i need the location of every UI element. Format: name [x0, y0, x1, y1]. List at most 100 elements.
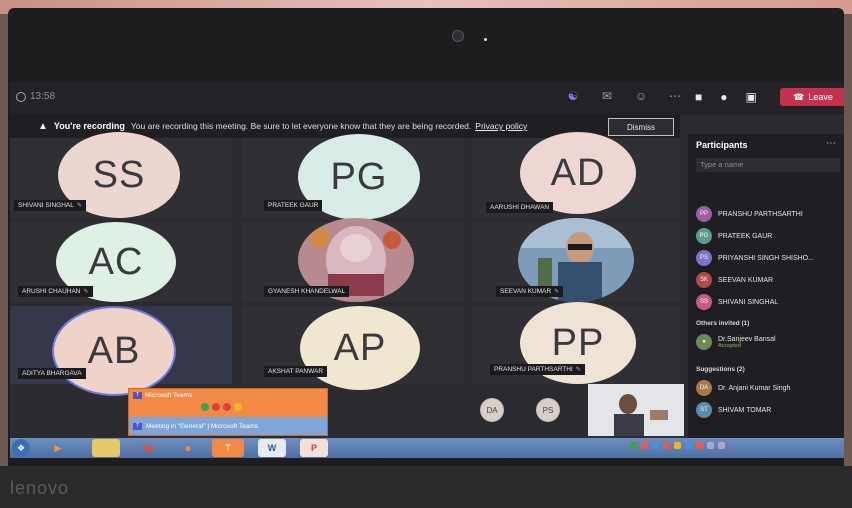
participant-name: AARUSHI DHAWAN [490, 204, 550, 211]
reactions-icon[interactable]: ☺ [633, 89, 649, 103]
popup-window-label[interactable]: T Meeting in "General" | Microsoft Teams [129, 417, 327, 435]
teams-taskbar-icon[interactable]: T [212, 439, 244, 457]
recording-message: You are recording this meeting. Be sure … [130, 121, 472, 131]
tray-app-icon [630, 442, 637, 449]
suggestion-row[interactable]: DA Dr. Anjani Kumar Singh [696, 380, 790, 396]
mic-toggle-icon[interactable] [212, 403, 220, 411]
share-screen-icon[interactable]: ▣ [746, 90, 757, 104]
meeting-actions: ☯ ✉ ☺ ⋯ [565, 89, 683, 103]
participant-name: PRATEEK GAUR [268, 202, 319, 209]
video-tile[interactable]: PG PRATEEK GAUR [242, 134, 464, 220]
leave-button[interactable]: ☎ Leave [780, 88, 844, 106]
video-tile[interactable]: AC ARUSHI CHAUHAN ✎ [10, 222, 232, 302]
participant-name: GYANESH KHANDELWAL [268, 288, 346, 295]
recording-title: You're recording [53, 121, 125, 131]
raise-hand-icon[interactable] [234, 403, 242, 411]
participant-row[interactable]: PP PRANSHU PARTHSARTHI [696, 206, 803, 222]
media-player-icon[interactable]: ▶ [44, 439, 72, 457]
avatar: AB [52, 306, 176, 396]
camera-toggle-icon[interactable] [201, 403, 209, 411]
participant-row[interactable]: SS SHIVANI SINGHAL [696, 294, 778, 310]
participant-name: SEEVAN KUMAR [500, 288, 552, 295]
participant-row[interactable]: PG PRATEEK GAUR [696, 228, 772, 244]
powerpoint-icon[interactable]: P [300, 439, 328, 457]
laptop-base [0, 466, 852, 508]
avatar: DA [696, 380, 712, 396]
mic-muted-icon: ✎ [76, 203, 82, 209]
network-icon [707, 442, 714, 449]
video-tile[interactable]: PP PRANSHU PARTHSARTHI ✎ [472, 302, 680, 384]
avatar: PG [696, 228, 712, 244]
participant-name-tag: ADITYA BHARGAVA [18, 368, 86, 379]
teams-window: 13:58 ☯ ✉ ☺ ⋯ ■ ● ▣ ☎ Leave ▲ You're rec… [10, 82, 844, 458]
self-video-preview[interactable] [588, 384, 684, 436]
media-controls: ■ ● ▣ [695, 90, 757, 104]
participant-name: AKSHAT PANWAR [268, 368, 324, 375]
participant-name-tag: AKSHAT PANWAR [264, 366, 328, 377]
video-tile[interactable]: AB ADITYA BHARGAVA [10, 306, 232, 396]
chrome-icon[interactable]: ◉ [134, 439, 162, 457]
participant-name: SHIVANI SINGHAL [18, 202, 74, 209]
camera-light-icon [484, 38, 487, 41]
others-invited-heading: Others invited (1) [696, 320, 750, 327]
video-tile[interactable]: GYANESH KHANDELWAL [242, 218, 464, 302]
suggestion-row[interactable]: ST SHIVAM TOMAR [696, 402, 771, 418]
popup-title-text: Microsoft Teams [145, 392, 193, 399]
firefox-icon[interactable]: ● [174, 439, 202, 457]
participant-name: PRATEEK GAUR [718, 232, 773, 240]
mic-muted-icon: ✎ [83, 289, 89, 295]
taskbar-preview-popup[interactable]: T Microsoft Teams T Meeting in "General"… [128, 388, 328, 436]
participants-panel: Participants ⋯ Type a name PP PRANSHU PA… [688, 134, 844, 458]
participants-title: Participants [696, 140, 748, 150]
participant-name: SHIVANI SINGHAL [718, 298, 779, 306]
privacy-policy-link[interactable]: Privacy policy [475, 121, 527, 131]
microphone-icon[interactable]: ● [720, 90, 727, 104]
camera-icon[interactable]: ■ [695, 90, 702, 104]
participant-name: PRANSHU PARTHSARTHI [718, 210, 803, 218]
participant-name: ADITYA BHARGAVA [22, 370, 82, 377]
participant-row[interactable]: PS PRIYANSHI SINGH SHISHO... [696, 250, 814, 266]
dismiss-button[interactable]: Dismiss [608, 118, 674, 136]
video-tile[interactable]: SS SHIVANI SINGHAL ✎ [10, 132, 232, 218]
video-tile[interactable]: AP AKSHAT PANWAR [242, 306, 464, 390]
invited-row[interactable]: ● Dr.Sanjeev Bansal Accepted [696, 334, 776, 350]
participant-name-tag: PRANSHU PARTHSARTHI ✎ [490, 364, 585, 375]
overflow-avatar[interactable]: PS [536, 398, 560, 422]
volume-icon [718, 442, 725, 449]
suggestions-heading: Suggestions (2) [696, 366, 745, 373]
overflow-avatar[interactable]: DA [480, 398, 504, 422]
participants-icon[interactable]: ☯ [565, 89, 581, 103]
participant-name: PRIYANSHI SINGH SHISHO... [718, 254, 814, 262]
participant-name-tag: SEEVAN KUMAR ✎ [496, 286, 564, 297]
mic-muted-icon: ✎ [575, 367, 581, 373]
invited-name: Dr.Sanjeev Bansal [718, 335, 776, 343]
popup-window-text: Meeting in "General" | Microsoft Teams [146, 422, 259, 430]
file-explorer-icon[interactable] [92, 439, 120, 457]
system-tray[interactable] [630, 442, 725, 449]
meeting-timer: 13:58 [16, 91, 55, 102]
participant-name-tag: SHIVANI SINGHAL ✎ [14, 200, 86, 211]
participant-search-input[interactable]: Type a name [696, 158, 840, 172]
participant-row[interactable]: SK SEEVAN KUMAR [696, 272, 773, 288]
participant-name: SEEVAN KUMAR [718, 276, 774, 284]
timer-text: 13:58 [30, 91, 56, 102]
more-options-icon[interactable]: ⋯ [667, 89, 683, 103]
chat-icon[interactable]: ✉ [599, 89, 615, 103]
avatar: PS [696, 250, 712, 266]
start-button[interactable]: ❖ [12, 439, 30, 457]
suggestion-name: SHIVAM TOMAR [718, 406, 772, 414]
tray-app-icon [685, 442, 692, 449]
mic-muted-icon: ✎ [554, 289, 560, 295]
suggestion-name: Dr. Anjani Kumar Singh [718, 384, 791, 392]
tray-app-icon [696, 442, 703, 449]
participant-name-tag: GYANESH KHANDELWAL [264, 286, 350, 297]
teams-icon: T [133, 392, 142, 399]
more-options-icon[interactable]: ⋯ [826, 138, 836, 149]
video-tile[interactable]: SEEVAN KUMAR ✎ [472, 218, 680, 302]
word-icon[interactable]: W [258, 439, 286, 457]
video-tile[interactable]: AD AARUSHI DHAWAN [472, 132, 680, 218]
teams-icon: T [133, 422, 142, 430]
brand-logo: lenovo [10, 478, 70, 498]
end-call-icon[interactable] [223, 403, 231, 411]
meeting-toolbar: 13:58 ☯ ✉ ☺ ⋯ ■ ● ▣ ☎ Leave [10, 82, 844, 114]
